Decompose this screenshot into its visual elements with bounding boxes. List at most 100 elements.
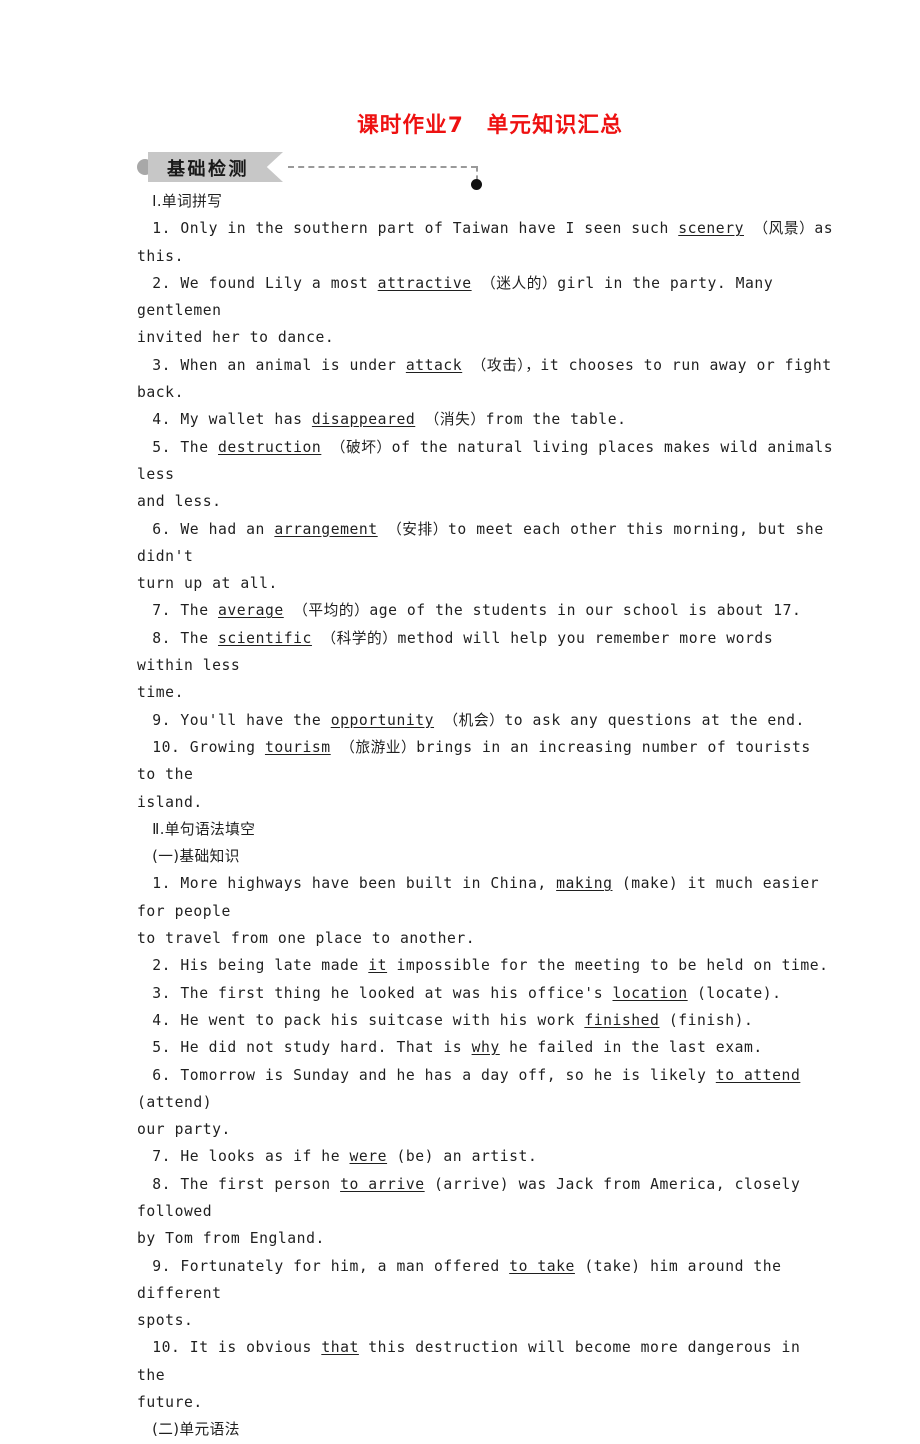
line-text-after: (finish). [659,1011,754,1029]
exercise-line: this. [137,243,837,270]
answer-blank: that [321,1339,359,1357]
answer-blank: attractive [377,274,472,292]
answer-blank: arrangement [274,520,378,538]
exercise-line: 9. You'll have the opportunity （机会）to as… [137,707,837,734]
line-text-before: 9. You'll have the [137,711,331,729]
section-heading: (二)单元语法 [137,1421,240,1439]
exercise-line: time. [137,679,837,706]
line-text-after: （平均的）age of the students in our school i… [283,602,802,620]
line-text-after: (be) an artist. [387,1148,538,1166]
exercise-line: turn up at all. [137,570,837,597]
exercise-line: island. [137,789,837,816]
line-text-before: 10. Growing [137,738,265,756]
exercise-line: 4. He went to pack his suitcase with his… [137,1007,837,1034]
answer-blank: tourism [264,738,331,756]
answer-blank: destruction [218,438,322,456]
exercise-line: 10. Growing tourism （旅游业）brings in an in… [137,734,837,789]
answer-blank: why [471,1039,500,1057]
exercise-line: 4. My wallet has disappeared （消失）from th… [137,406,837,433]
banner-label: 基础检测 [167,159,249,180]
line-text-before: 1. Only in the southern part of Taiwan h… [137,220,679,238]
line-text-before: 2. We found Lily a most [137,274,378,292]
line-text-before: by Tom from England. [137,1230,325,1248]
page-title: 课时作业7 单元知识汇总 [0,108,920,139]
line-text-before: 10. It is obvious [137,1339,322,1357]
answer-blank: disappeared [311,411,416,429]
answer-blank: it [368,957,388,975]
line-text-after: (locate). [687,984,782,1002]
answer-blank: location [612,984,688,1002]
exercise-line: back. [137,379,837,406]
line-text-before: 6. We had an [137,520,275,538]
line-text-before: 9. Fortunately for him, a man offered [137,1257,510,1275]
exercise-line: 7. He looks as if he were (be) an artist… [137,1143,837,1170]
answer-blank: were [349,1148,388,1166]
line-text-before: our party. [137,1121,231,1139]
line-text-before: spots. [137,1312,194,1330]
banner-dashed-line [288,166,477,168]
line-text-before: 5. The [137,438,218,456]
line-text-after: （消失）from the table. [415,411,627,429]
answer-blank: finished [584,1011,660,1029]
exercise-line: 6. We had an arrangement （安排）to meet eac… [137,516,837,571]
line-text-after: he failed in the last exam. [499,1039,763,1057]
exercise-line: 2. His being late made it impossible for… [137,952,837,979]
exercise-line: 7. The average （平均的）age of the students … [137,597,837,624]
exercise-line: 8. The scientific （科学的）method will help … [137,625,837,680]
answer-blank: opportunity [330,711,435,729]
line-text-before: 8. The first person [137,1175,341,1193]
line-text-before: 8. The [137,629,218,647]
line-text-before: 5. He did not study hard. That is [137,1039,472,1057]
exercise-line: 2. We found Lily a most attractive （迷人的）… [137,270,837,325]
document-page: 课时作业7 单元知识汇总 基础检测 Ⅰ.单词拼写 1. Only in the … [0,0,920,1438]
line-text-before: and less. [137,493,222,511]
answer-blank: scenery [678,220,744,238]
line-text-after: （攻击），it chooses to run away or fight [462,356,832,374]
exercise-line: 3. When an animal is under attack （攻击），i… [137,352,837,379]
line-text-before: future. [137,1394,203,1412]
answer-blank: to arrive [340,1175,425,1193]
exercise-line: by Tom from England. [137,1225,837,1252]
answer-blank: to attend [715,1066,801,1084]
line-text-before: 6. Tomorrow is Sunday and he has a day o… [137,1066,716,1084]
exercise-line: 1. More highways have been built in Chin… [137,870,837,925]
exercise-line: 6. Tomorrow is Sunday and he has a day o… [137,1062,837,1117]
exercise-body: Ⅰ.单词拼写 1. Only in the southern part of T… [137,188,837,1444]
line-text-before: turn up at all. [137,575,278,593]
exercise-line: 10. It is obvious that this destruction … [137,1334,837,1389]
line-text-before: invited her to dance. [137,329,335,347]
line-text-before: time. [137,684,184,702]
line-text-after: impossible for the meeting to be held on… [387,957,829,975]
section-heading: Ⅰ.单词拼写 [137,193,223,210]
exercise-line: future. [137,1389,837,1416]
answer-blank: making [556,875,613,893]
section-heading: (一)基础知识 [137,848,240,866]
line-text-before: 1. More highways have been built in Chin… [137,875,557,893]
page-title-text: 课时作业7 单元知识汇总 [357,113,623,138]
exercise-line: invited her to dance. [137,324,837,351]
line-text-before: 3. The first thing he looked at was his … [137,984,613,1002]
line-text-before: island. [137,793,203,811]
line-text-after: （机会）to ask any questions at the end. [434,711,805,729]
exercise-line: 3. The first thing he looked at was his … [137,980,837,1007]
exercise-line: to travel from one place to another. [137,925,837,952]
answer-blank: scientific [218,629,312,647]
section-heading: Ⅱ.单句语法填空 [137,820,256,838]
line-text-before: 4. My wallet has [137,411,312,429]
line-text-before: back. [137,384,184,402]
exercise-line: 9. Fortunately for him, a man offered to… [137,1253,837,1308]
answer-blank: to take [509,1257,575,1275]
line-text-before: 3. When an animal is under [137,356,406,374]
exercise-line: 5. The destruction （破坏）of the natural li… [137,434,837,489]
exercise-line: and less. [137,488,837,515]
line-text-before: 2. His being late made [137,957,369,975]
line-text-before: this. [137,247,184,265]
exercise-line: 1. Only in the southern part of Taiwan h… [137,215,837,242]
exercise-line: our party. [137,1116,837,1143]
line-text-before: 7. He looks as if he [137,1148,350,1166]
line-text-before: to travel from one place to another. [137,930,476,948]
answer-blank: average [218,602,284,620]
line-text-before: 7. The [137,602,218,620]
exercise-line: 8. The first person to arrive (arrive) w… [137,1171,837,1226]
answer-blank: attack [405,356,463,374]
